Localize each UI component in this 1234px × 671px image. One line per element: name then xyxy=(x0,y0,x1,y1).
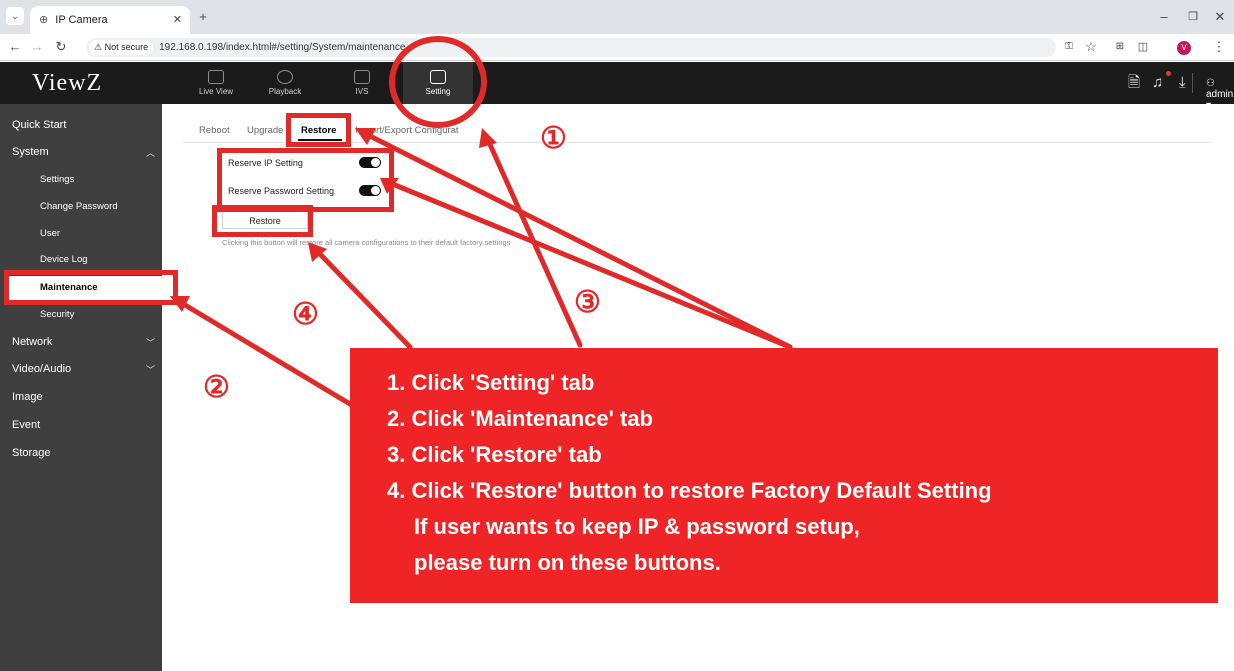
step-number-3: ③ xyxy=(574,286,601,319)
arrowhead-1 xyxy=(479,128,497,148)
instruction-line-2: 2. Click 'Maintenance' tab xyxy=(387,406,653,431)
instruction-callout: 1. Click 'Setting' tab 2. Click 'Mainten… xyxy=(350,348,1218,603)
instruction-line-1: 1. Click 'Setting' tab xyxy=(387,370,595,395)
instruction-line-3: 3. Click 'Restore' tab xyxy=(387,442,602,467)
arrow-4-line xyxy=(315,249,413,350)
step-number-1: ① xyxy=(540,122,567,155)
instruction-line-4: 4. Click 'Restore' button to restore Fac… xyxy=(387,478,992,503)
step-number-4: ④ xyxy=(292,298,319,331)
instruction-line-5: If user wants to keep IP & password setu… xyxy=(414,514,860,539)
instruction-line-6: please turn on these buttons. xyxy=(414,550,721,575)
step-number-2: ② xyxy=(203,371,230,404)
arrow-3b-line xyxy=(392,182,793,350)
